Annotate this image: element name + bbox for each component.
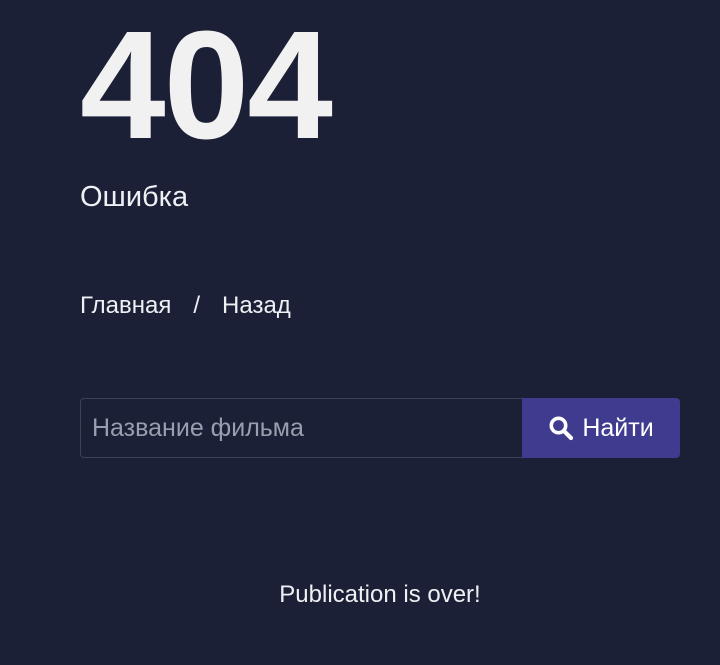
search-input[interactable] bbox=[80, 398, 522, 458]
back-link[interactable]: Назад bbox=[222, 294, 291, 318]
publication-notice: Publication is over! bbox=[279, 581, 481, 608]
home-link[interactable]: Главная bbox=[80, 294, 171, 318]
search-button[interactable]: Найти bbox=[522, 398, 680, 458]
search-button-label: Найти bbox=[582, 413, 654, 442]
error-code: 404 bbox=[80, 0, 333, 171]
breadcrumb-separator: / bbox=[193, 292, 201, 319]
search-icon bbox=[548, 415, 574, 441]
search-form: Найти bbox=[80, 398, 680, 458]
error-page: 404 Ошибка Главная / Назад Найти Publica… bbox=[0, 0, 720, 665]
error-label: Ошибка bbox=[80, 181, 189, 213]
breadcrumb: Главная / Назад bbox=[80, 294, 291, 318]
